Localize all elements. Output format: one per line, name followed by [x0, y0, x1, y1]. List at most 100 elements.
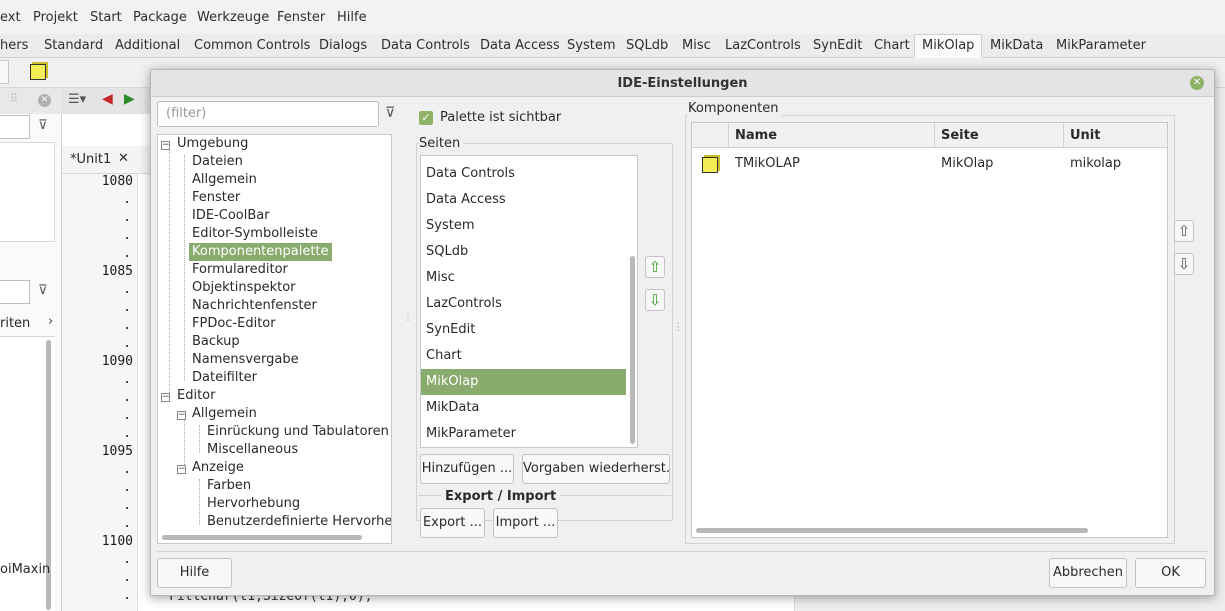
menu-item-werkzeuge[interactable]: Werkzeuge	[197, 10, 269, 25]
page-list-item[interactable]: MikData	[421, 395, 626, 421]
palette-visible-checkbox[interactable]: ✓	[419, 111, 433, 125]
move-component-up-button[interactable]: ⇧	[1174, 220, 1194, 242]
splitter-grip-icon[interactable]: ⋮	[403, 312, 413, 323]
tree-item-umgebung[interactable]: Umgebung	[177, 136, 248, 151]
palette-tab-mikdata[interactable]: MikData	[990, 38, 1043, 53]
cancel-button[interactable]: Abbrechen	[1049, 558, 1127, 588]
palette-tab-lazcontrols[interactable]: LazControls	[725, 38, 801, 53]
tree-item-farben[interactable]: Farben	[207, 478, 251, 493]
options-tree[interactable]: − Umgebung Dateien Allgemein Fenster IDE…	[157, 134, 392, 544]
object-filter-input[interactable]	[0, 115, 30, 139]
page-list-item[interactable]: System	[421, 213, 626, 239]
clear-filter-icon[interactable]: ⊽	[385, 105, 395, 121]
palette-tab-sqldb[interactable]: SQLdb	[626, 38, 668, 53]
palette-tab-synedit[interactable]: SynEdit	[813, 38, 862, 53]
tree-item-hervorhebung[interactable]: Hervorhebung	[207, 496, 300, 511]
tree-item-backup[interactable]: Backup	[192, 334, 240, 349]
tree-item-editor-symbolleiste[interactable]: Editor-Symbolleiste	[192, 226, 318, 241]
page-list-item[interactable]: SQLdb	[421, 239, 626, 265]
tree-item-dateien[interactable]: Dateien	[192, 154, 243, 169]
collapse-icon[interactable]: −	[161, 141, 170, 150]
palette-tab-data-access[interactable]: Data Access	[480, 38, 560, 53]
palette-tab-standard[interactable]: Standard	[44, 38, 103, 53]
page-list-item-selected[interactable]: MikOlap	[421, 369, 626, 395]
tree-item-nachrichtenfenster[interactable]: Nachrichtenfenster	[192, 298, 317, 313]
property-filter-input[interactable]	[0, 280, 30, 304]
chevron-right-icon[interactable]: ›	[48, 314, 53, 329]
tree-item-formulareditor[interactable]: Formulareditor	[192, 262, 288, 277]
menu-item-projekt[interactable]: Projekt	[33, 10, 78, 25]
page-list-item[interactable]: Chart	[421, 343, 626, 369]
tree-item-dateifilter[interactable]: Dateifilter	[192, 370, 257, 385]
export-button[interactable]: Export ...	[420, 508, 485, 538]
tree-item-editor[interactable]: Editor	[177, 388, 215, 403]
pages-scrollbar[interactable]	[630, 256, 635, 444]
forward-arrow-icon[interactable]: ▶	[124, 91, 135, 107]
tree-item-objektinspektor[interactable]: Objektinspektor	[192, 280, 296, 295]
close-icon[interactable]: ✕	[38, 94, 51, 107]
menu-item-hilfe[interactable]: Hilfe	[337, 10, 367, 25]
mikolap-component-icon[interactable]	[30, 64, 46, 80]
menu-item-start[interactable]: Start	[90, 10, 122, 25]
filter-icon[interactable]: ⊽	[38, 283, 48, 298]
tree-item-ide-coolbar[interactable]: IDE-CoolBar	[192, 208, 270, 223]
dialog-titlebar[interactable]: IDE-Einstellungen ✕	[151, 70, 1214, 97]
move-page-down-button[interactable]: ⇩	[645, 289, 665, 311]
palette-tab-mikolap[interactable]: MikOlap	[914, 34, 983, 59]
component-page-cell[interactable]: MikOlap	[941, 156, 993, 171]
component-unit-cell[interactable]: mikolap	[1070, 156, 1121, 171]
selection-tool-button[interactable]	[0, 60, 9, 84]
editor-tab-unit1[interactable]: *Unit1	[70, 152, 111, 167]
close-tab-icon[interactable]: ✕	[118, 151, 129, 166]
tree-item-komponentenpalette[interactable]: Komponentenpalette	[189, 243, 332, 261]
menu-item-text[interactable]: ext	[0, 10, 21, 25]
grid-header-seite[interactable]: Seite	[935, 123, 1064, 148]
move-page-up-button[interactable]: ⇧	[645, 256, 665, 278]
splitter-grip-icon[interactable]: ⋮	[673, 322, 683, 333]
pages-list[interactable]: Data Controls Data Access System SQLdb M…	[420, 155, 638, 448]
favorites-tab-label[interactable]: riten	[0, 316, 30, 331]
menu-item-fenster[interactable]: Fenster	[277, 10, 325, 25]
filter-icon[interactable]: ⊽	[38, 118, 48, 133]
palette-tab-common-controls[interactable]: Common Controls	[194, 38, 310, 53]
collapse-icon[interactable]: −	[161, 393, 170, 402]
tree-item-allgemein[interactable]: Allgemein	[192, 172, 257, 187]
component-name-cell[interactable]: TMikOLAP	[735, 156, 800, 171]
components-grid[interactable]: Name Seite Unit TMikOLAP MikOlap mikolap	[691, 122, 1168, 538]
tree-item-benutzerdefinierte-hervorhebung[interactable]: Benutzerdefinierte Hervorhebu	[207, 514, 391, 529]
object-tree[interactable]	[0, 142, 55, 242]
palette-tab-chart[interactable]: Chart	[874, 38, 910, 53]
add-page-button[interactable]: Hinzufügen ...	[420, 454, 514, 484]
tree-item-fpdoc-editor[interactable]: FPDoc-Editor	[192, 316, 276, 331]
help-button[interactable]: Hilfe	[157, 558, 232, 588]
menu-item-package[interactable]: Package	[133, 10, 187, 25]
tree-item-anzeige[interactable]: Anzeige	[192, 460, 244, 475]
page-list-item[interactable]: Data Access	[421, 187, 626, 213]
page-list-item[interactable]: SynEdit	[421, 317, 626, 343]
collapse-icon[interactable]: −	[177, 411, 186, 420]
page-list-item[interactable]: LazControls	[421, 291, 626, 317]
tree-item-einrueckung[interactable]: Einrückung und Tabulatoren	[207, 424, 389, 439]
grid-horizontal-scrollbar[interactable]	[696, 528, 1088, 533]
palette-tab[interactable]: hers	[0, 38, 28, 53]
palette-tab-misc[interactable]: Misc	[682, 38, 711, 53]
filter-input[interactable]: (filter)	[157, 101, 379, 127]
palette-tab-dialogs[interactable]: Dialogs	[319, 38, 367, 53]
page-list-item[interactable]: Data Controls	[421, 161, 626, 187]
page-list-item[interactable]: MikParameter	[421, 421, 626, 447]
tree-item-editor-allgemein[interactable]: Allgemein	[192, 406, 257, 421]
collapse-icon[interactable]: −	[177, 465, 186, 474]
palette-tab-data-controls[interactable]: Data Controls	[381, 38, 470, 53]
page-list-item[interactable]: Misc	[421, 265, 626, 291]
grid-header-name[interactable]: Name	[729, 123, 935, 148]
import-button[interactable]: Import ...	[493, 508, 558, 538]
ok-button[interactable]: OK	[1135, 558, 1206, 588]
tree-item-fenster[interactable]: Fenster	[192, 190, 240, 205]
palette-tab-additional[interactable]: Additional	[115, 38, 180, 53]
tree-horizontal-scrollbar[interactable]	[162, 535, 362, 540]
move-component-down-button[interactable]: ⇩	[1174, 253, 1194, 275]
tree-item-namensvergabe[interactable]: Namensvergabe	[192, 352, 299, 367]
restore-defaults-button[interactable]: Vorgaben wiederherst.	[522, 454, 670, 484]
close-icon[interactable]: ✕	[1190, 76, 1204, 90]
tree-item-miscellaneous[interactable]: Miscellaneous	[207, 442, 298, 457]
